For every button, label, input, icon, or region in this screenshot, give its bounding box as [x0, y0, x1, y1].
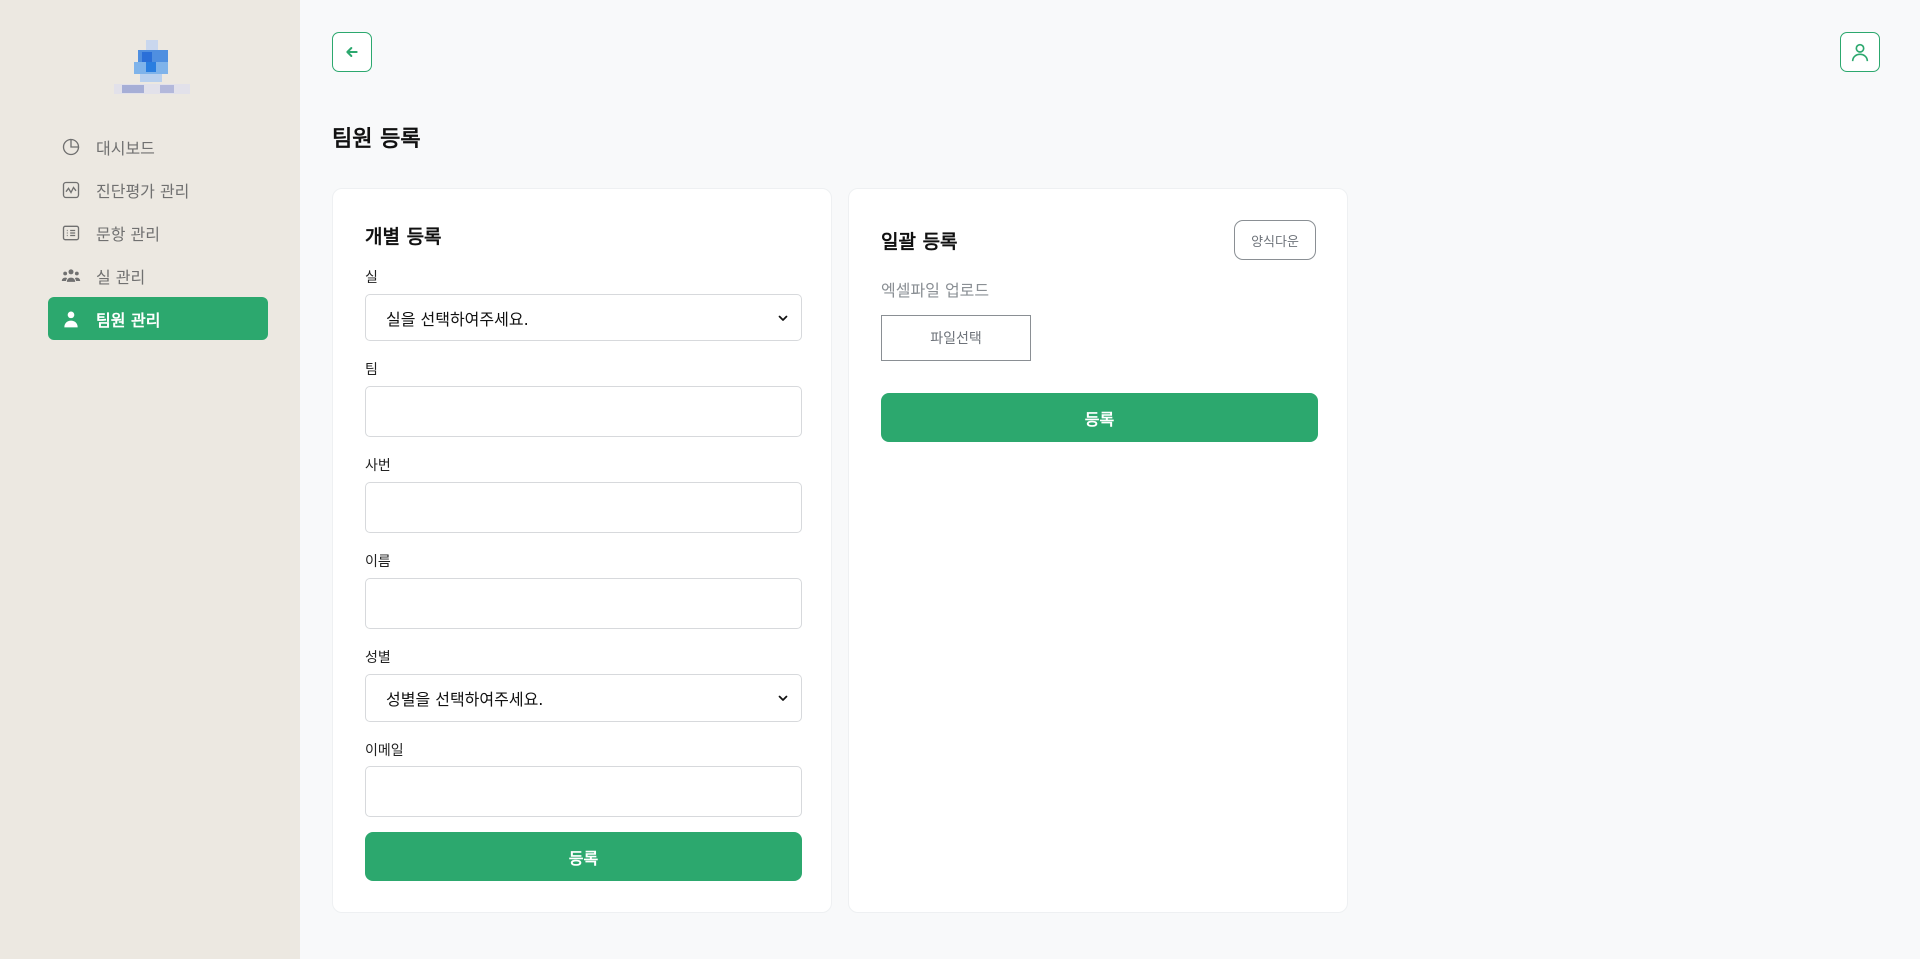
- users-icon: [60, 265, 82, 287]
- logo: [112, 40, 194, 104]
- sidebar-item-label: 문항 관리: [96, 224, 160, 244]
- sidebar-item-label: 팀원 관리: [96, 310, 161, 330]
- back-button[interactable]: [332, 32, 372, 72]
- sidebar-item-dashboard[interactable]: 대시보드: [48, 125, 268, 168]
- arrow-left-icon: [344, 44, 360, 60]
- page-title: 팀원 등록: [332, 127, 421, 152]
- sidebar-item-assessment[interactable]: 진단평가 관리: [48, 168, 268, 211]
- user-profile-button[interactable]: [1840, 32, 1880, 72]
- file-select-button[interactable]: 파일선택: [881, 315, 1031, 361]
- sidebar-nav: 대시보드 진단평가 관리 문항 관리 실 관리 팀원 관리: [48, 125, 268, 340]
- bulk-title: 일괄 등록: [881, 231, 958, 253]
- user-profile-icon: [1849, 41, 1871, 63]
- email-input[interactable]: [365, 766, 802, 817]
- user-icon: [60, 308, 82, 330]
- room-select-value: 실을 선택하여주세요.: [386, 309, 529, 329]
- individual-title: 개별 등록: [365, 226, 442, 248]
- activity-chart-icon: [60, 179, 82, 201]
- sidebar-item-label: 진단평가 관리: [96, 181, 190, 201]
- sidebar-item-rooms[interactable]: 실 관리: [48, 254, 268, 297]
- email-label: 이메일: [365, 743, 404, 759]
- bulk-submit-button[interactable]: 등록: [881, 393, 1318, 442]
- employee-no-input[interactable]: [365, 482, 802, 533]
- chevron-down-icon: [777, 312, 789, 324]
- sidebar-item-questions[interactable]: 문항 관리: [48, 211, 268, 254]
- gender-label: 성별: [365, 650, 391, 666]
- pie-chart-icon: [60, 136, 82, 158]
- list-icon: [60, 222, 82, 244]
- individual-registration-card: 개별 등록 실 실을 선택하여주세요. 팀 사번 이름 성별 성별을 선택하여주…: [332, 188, 832, 913]
- sidebar-item-label: 실 관리: [96, 267, 146, 287]
- name-input[interactable]: [365, 578, 802, 629]
- gender-select-value: 성별을 선택하여주세요.: [386, 690, 544, 709]
- name-label: 이름: [365, 554, 391, 570]
- template-download-button[interactable]: 양식다운: [1234, 220, 1316, 260]
- sidebar-item-label: 대시보드: [96, 138, 155, 158]
- team-label: 팀: [365, 362, 378, 378]
- gender-select[interactable]: 성별을 선택하여주세요.: [365, 674, 802, 722]
- individual-submit-button[interactable]: 등록: [365, 832, 802, 881]
- chevron-down-icon: [777, 692, 789, 704]
- room-select[interactable]: 실을 선택하여주세요.: [365, 294, 802, 341]
- team-input[interactable]: [365, 386, 802, 437]
- bulk-registration-card: 일괄 등록 양식다운 엑셀파일 업로드 파일선택 등록: [848, 188, 1348, 913]
- sidebar-item-members[interactable]: 팀원 관리: [48, 297, 268, 340]
- room-label: 실: [365, 270, 378, 286]
- employee-no-label: 사번: [365, 458, 391, 474]
- excel-upload-label: 엑셀파일 업로드: [881, 281, 990, 300]
- sidebar: 대시보드 진단평가 관리 문항 관리 실 관리 팀원 관리: [0, 0, 300, 959]
